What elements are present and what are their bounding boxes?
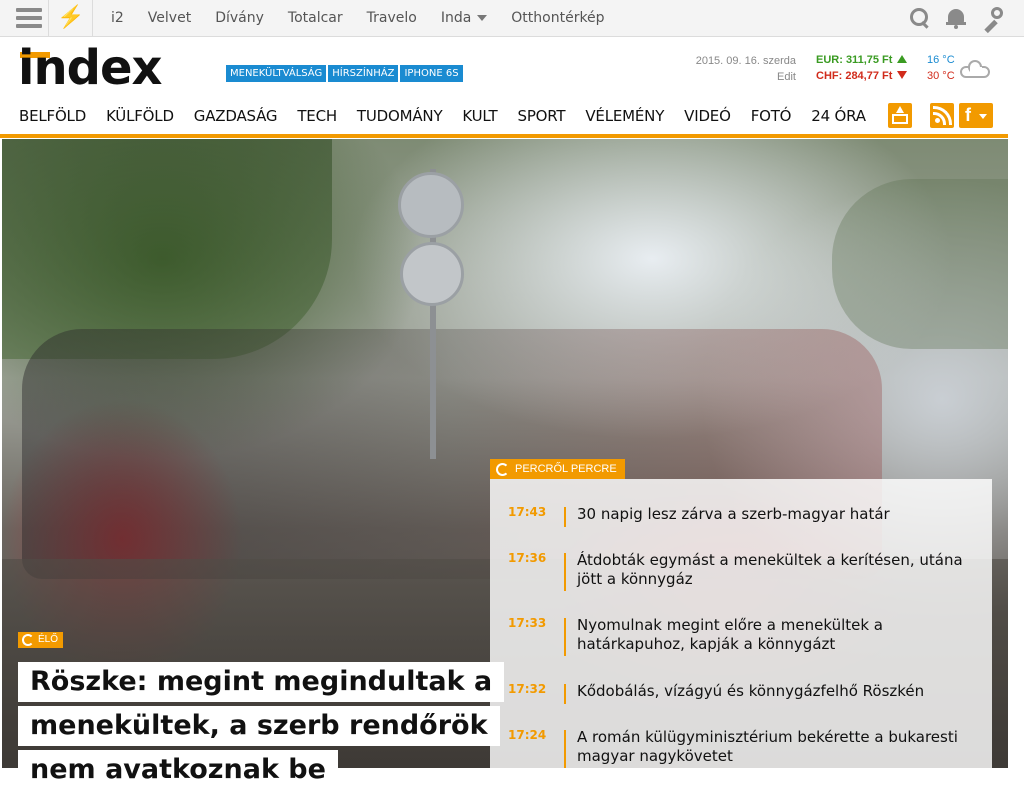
live-feed-marker: [564, 553, 566, 591]
link-travelo[interactable]: Travelo: [367, 10, 417, 26]
live-feed-time: 17:24: [508, 728, 547, 742]
temperature-low: 16 °C: [927, 54, 955, 66]
edit-link[interactable]: Edit: [777, 69, 796, 85]
live-feed-text: Nyomulnak megint előre a menekültek a ha…: [577, 616, 883, 653]
nav-foto[interactable]: FOTÓ: [751, 107, 792, 125]
nav-video[interactable]: VIDEÓ: [684, 107, 731, 125]
site-logo[interactable]: index: [18, 42, 162, 94]
search-icon[interactable]: [908, 6, 932, 30]
arrow-down-icon: [897, 71, 908, 79]
bell-icon[interactable]: [944, 6, 968, 30]
live-feed-marker: [564, 730, 566, 768]
eur-rate: EUR: 311,75 Ft: [816, 53, 908, 68]
nav-tech[interactable]: TECH: [297, 107, 337, 125]
link-divany[interactable]: Dívány: [215, 10, 264, 26]
link-inda-dropdown[interactable]: Inda: [440, 10, 488, 26]
newsletter-icon[interactable]: [888, 103, 912, 128]
hero-headline-line[interactable]: nem avatkoznak be: [18, 750, 338, 790]
current-date: 2015. 09. 16. szerda: [695, 55, 796, 67]
hero-trees: [2, 139, 332, 359]
road-sign: [398, 172, 464, 238]
top-bar: ⚡ i2 Velvet Dívány Totalcar Travelo Inda…: [0, 0, 1024, 37]
temperature-high: 30 °C: [927, 70, 955, 82]
nav-kulfold[interactable]: KÜLFÖLD: [106, 107, 174, 125]
chf-rate: CHF: 284,77 Ft: [816, 69, 908, 84]
live-feed-time: 17:32: [508, 682, 547, 696]
chevron-down-icon: [979, 114, 987, 119]
nav-belfold[interactable]: BELFÖLD: [19, 107, 86, 125]
divider: [92, 0, 93, 36]
tag-menekultvalsag[interactable]: MENEKÜLTVÁLSÁG: [226, 65, 327, 82]
percrol-percre-label: PERCRŐL PERCRE: [515, 463, 617, 475]
live-badge: ÉLŐ: [18, 632, 64, 648]
hero-headline-line[interactable]: menekültek, a szerb rendőrök: [18, 706, 500, 746]
lightning-icon[interactable]: ⚡: [57, 5, 84, 29]
live-feed-text: 30 napig lesz zárva a szerb-magyar határ: [577, 505, 890, 523]
live-feed-marker: [564, 618, 566, 656]
chevron-down-icon: [477, 15, 488, 21]
cloud-icon: [960, 60, 990, 78]
network-links: i2 Velvet Dívány Totalcar Travelo Inda O…: [111, 0, 629, 36]
rss-icon[interactable]: [930, 103, 954, 128]
nav-velemeny[interactable]: VÉLEMÉNY: [585, 107, 664, 125]
nav-24-ora[interactable]: 24 ÓRA: [811, 107, 866, 125]
top-bar-actions: [896, 6, 1004, 34]
tag-hirszinhaz[interactable]: HÍRSZÍNHÁZ: [328, 65, 399, 82]
refresh-icon: [22, 634, 34, 646]
hero-headline-line[interactable]: Röszke: megint megindultak a: [18, 662, 505, 702]
link-velvet[interactable]: Velvet: [148, 10, 191, 26]
nav-sport[interactable]: SPORT: [518, 107, 566, 125]
hamburger-menu-icon[interactable]: [16, 8, 42, 28]
nav-tudomany[interactable]: TUDOMÁNY: [357, 107, 443, 125]
live-feed-time: 17:43: [508, 505, 547, 519]
wrench-icon[interactable]: [980, 6, 1004, 34]
link-totalcar[interactable]: Totalcar: [288, 10, 343, 26]
nav-kult[interactable]: KULT: [462, 107, 497, 125]
live-feed-text: Átdobták egymást a menekültek a kerítése…: [577, 551, 963, 588]
link-i2[interactable]: i2: [111, 10, 124, 26]
nav-gazdasag[interactable]: GAZDASÁG: [194, 107, 278, 125]
live-feed-text: Kődobálás, vízágyú és könnygázfelhő Rösz…: [577, 682, 925, 700]
hot-tags: MENEKÜLTVÁLSÁG HÍRSZÍNHÁZ IPHONE 6S: [226, 65, 465, 82]
arrow-up-icon: [897, 55, 908, 63]
chf-rate-value: CHF: 284,77 Ft: [816, 70, 893, 82]
live-badge-label: ÉLŐ: [38, 634, 59, 645]
nav-underline: [0, 134, 1008, 138]
facebook-dropdown-button[interactable]: f: [959, 103, 993, 128]
live-feed-text: A román külügyminisztérium bekérette a b…: [577, 728, 958, 765]
tag-iphone[interactable]: IPHONE 6S: [400, 65, 463, 82]
road-sign: [400, 242, 464, 306]
link-inda-label: Inda: [440, 10, 472, 26]
main-nav: BELFÖLD KÜLFÖLD GAZDASÁG TECH TUDOMÁNY K…: [19, 98, 886, 134]
divider: [48, 0, 49, 36]
live-feed-marker: [564, 507, 566, 527]
facebook-icon: f: [965, 105, 971, 125]
hero-trees-right: [832, 179, 1008, 349]
link-otthonterkep[interactable]: Otthontérkép: [511, 10, 604, 26]
refresh-icon: [496, 462, 509, 476]
percrol-percre-badge[interactable]: PERCRŐL PERCRE: [490, 459, 625, 479]
eur-rate-value: EUR: 311,75 Ft: [816, 54, 893, 66]
live-feed-marker: [564, 684, 566, 704]
live-feed-panel: 17:43 30 napig lesz zárva a szerb-magyar…: [490, 479, 992, 768]
live-feed-time: 17:33: [508, 616, 547, 630]
live-feed-time: 17:36: [508, 551, 547, 565]
